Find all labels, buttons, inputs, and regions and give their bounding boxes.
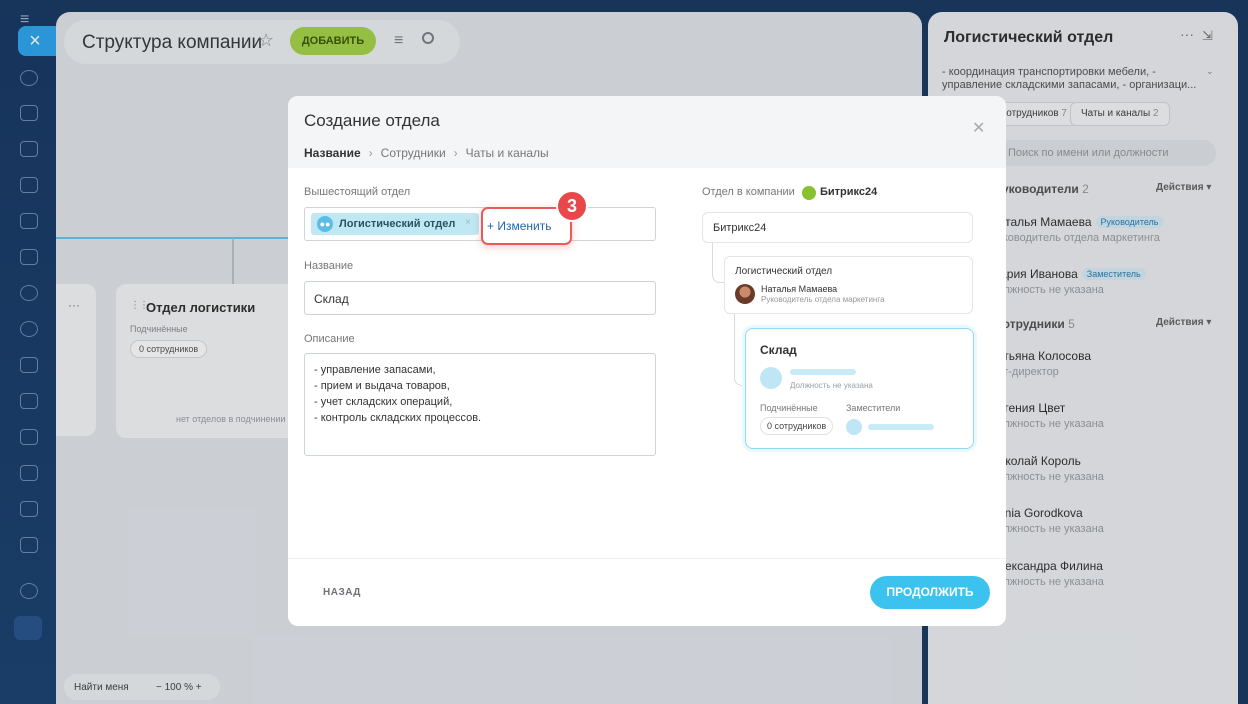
deputies-label: Заместители <box>846 403 901 413</box>
group-icon: ●● <box>317 216 333 232</box>
chevron-right-icon: › <box>368 146 373 160</box>
remove-chip-icon[interactable]: × <box>465 217 471 228</box>
new-node-name: Склад <box>760 343 797 357</box>
head-name: Наталья Мамаева <box>761 284 838 294</box>
create-department-dialog: Создание отдела ✕ Название › Сотрудники › Ча… <box>288 96 1006 626</box>
back-button[interactable]: НАЗАД <box>323 587 361 598</box>
description-line: - контроль складских процессов. <box>314 412 482 424</box>
avatar <box>735 284 755 304</box>
divider <box>288 558 1006 559</box>
description-label: Описание <box>304 333 355 345</box>
step-marker: 3 <box>556 190 588 222</box>
description-line: - учет складских операций, <box>314 396 453 408</box>
step-employees[interactable]: Сотрудники <box>381 146 446 160</box>
close-icon[interactable]: ✕ <box>972 118 985 138</box>
parent-department-field[interactable]: ●● Логистический отдел × <box>304 207 656 241</box>
parent-department-label: Вышестоящий отдел <box>304 186 411 198</box>
department-name-input[interactable]: Склад <box>304 281 656 315</box>
placeholder-bar <box>868 424 934 430</box>
description-textarea[interactable]: - управление запасами, - прием и выдача … <box>304 353 656 456</box>
continue-button[interactable]: ПРОДОЛЖИТЬ <box>870 576 990 609</box>
name-label: Название <box>304 260 354 272</box>
parent-node-name: Логистический отдел <box>735 266 833 277</box>
description-line: - прием и выдача товаров, <box>314 380 450 392</box>
head-role: Руководитель отдела маркетинга <box>761 295 885 304</box>
chevron-right-icon: › <box>453 146 458 160</box>
company-logo-icon <box>802 186 816 200</box>
new-node-role: Должность не указана <box>790 381 873 390</box>
user-placeholder-icon <box>846 419 862 435</box>
user-placeholder-icon <box>760 367 782 389</box>
description-line: - управление запасами, <box>314 364 436 376</box>
preview-new-node: Склад Должность не указана Подчинённые З… <box>745 328 974 449</box>
wizard-steps: Название › Сотрудники › Чаты и каналы <box>304 146 549 160</box>
subordinates-label: Подчинённые <box>760 403 818 413</box>
step-name[interactable]: Название <box>304 146 361 160</box>
placeholder-bar <box>790 369 856 375</box>
department-chip: ●● Логистический отдел × <box>311 213 479 235</box>
step-chats[interactable]: Чаты и каналы <box>466 146 549 160</box>
dialog-title: Создание отдела <box>304 111 440 130</box>
preview-parent-node: Логистический отдел Наталья Мамаева Руко… <box>724 256 973 314</box>
preview-label: Отдел в компании <box>702 186 795 198</box>
department-chip-label: Логистический отдел <box>339 218 456 230</box>
subordinates-count: 0 сотрудников <box>760 417 834 435</box>
company-name: Битрикс24 <box>820 186 878 198</box>
preview-root-node: Битрикс24 <box>702 212 973 243</box>
